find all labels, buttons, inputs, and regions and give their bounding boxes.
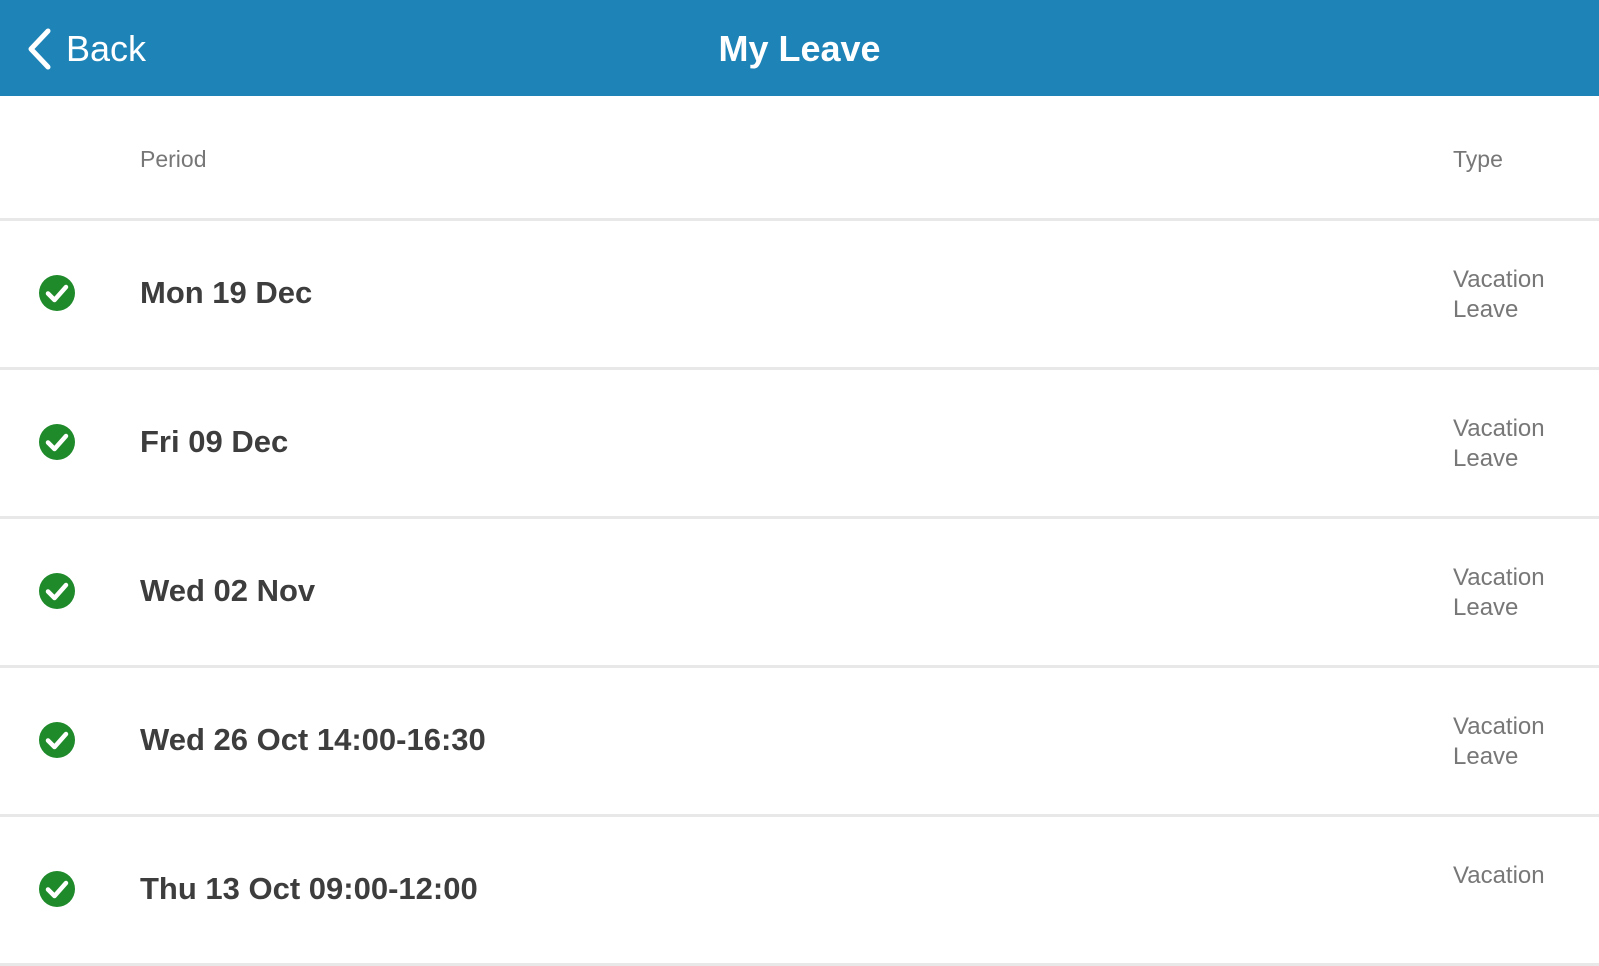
check-circle-icon — [39, 424, 75, 460]
back-label: Back — [66, 28, 147, 69]
page-title: My Leave — [718, 28, 881, 69]
type-column-label: Type — [1453, 146, 1503, 172]
app-header: Back My Leave — [0, 0, 1599, 96]
leave-type: Vacation Leave — [1453, 713, 1545, 770]
column-header: Period Type — [0, 96, 1599, 221]
leave-row[interactable]: Mon 19 Dec Vacation Leave — [0, 221, 1599, 370]
chevron-left-icon — [28, 28, 51, 70]
leave-type: Vacation Leave — [1453, 564, 1545, 621]
leave-period: Wed 26 Oct 14:00-16:30 — [140, 722, 486, 757]
leave-period: Mon 19 Dec — [140, 275, 313, 310]
leave-row[interactable]: Thu 13 Oct 09:00-12:00 Vacation — [0, 817, 1599, 966]
check-circle-icon — [39, 871, 75, 907]
leave-type: Vacation — [1453, 862, 1545, 889]
leave-type: Vacation Leave — [1453, 415, 1545, 472]
leave-row[interactable]: Wed 02 Nov Vacation Leave — [0, 519, 1599, 668]
period-column-label: Period — [140, 146, 207, 172]
check-circle-icon — [39, 573, 75, 609]
back-button[interactable]: Back — [26, 24, 146, 74]
leave-period: Thu 13 Oct 09:00-12:00 — [140, 871, 478, 906]
leave-period: Wed 02 Nov — [140, 573, 316, 608]
leave-period: Fri 09 Dec — [140, 424, 289, 459]
leave-row[interactable]: Fri 09 Dec Vacation Leave — [0, 370, 1599, 519]
check-circle-icon — [39, 275, 75, 311]
check-circle-icon — [39, 722, 75, 758]
leave-row[interactable]: Wed 26 Oct 14:00-16:30 Vacation Leave — [0, 668, 1599, 817]
leave-type: Vacation Leave — [1453, 266, 1545, 323]
leave-list: Mon 19 Dec Vacation Leave Fri 09 Dec Vac… — [0, 221, 1599, 966]
